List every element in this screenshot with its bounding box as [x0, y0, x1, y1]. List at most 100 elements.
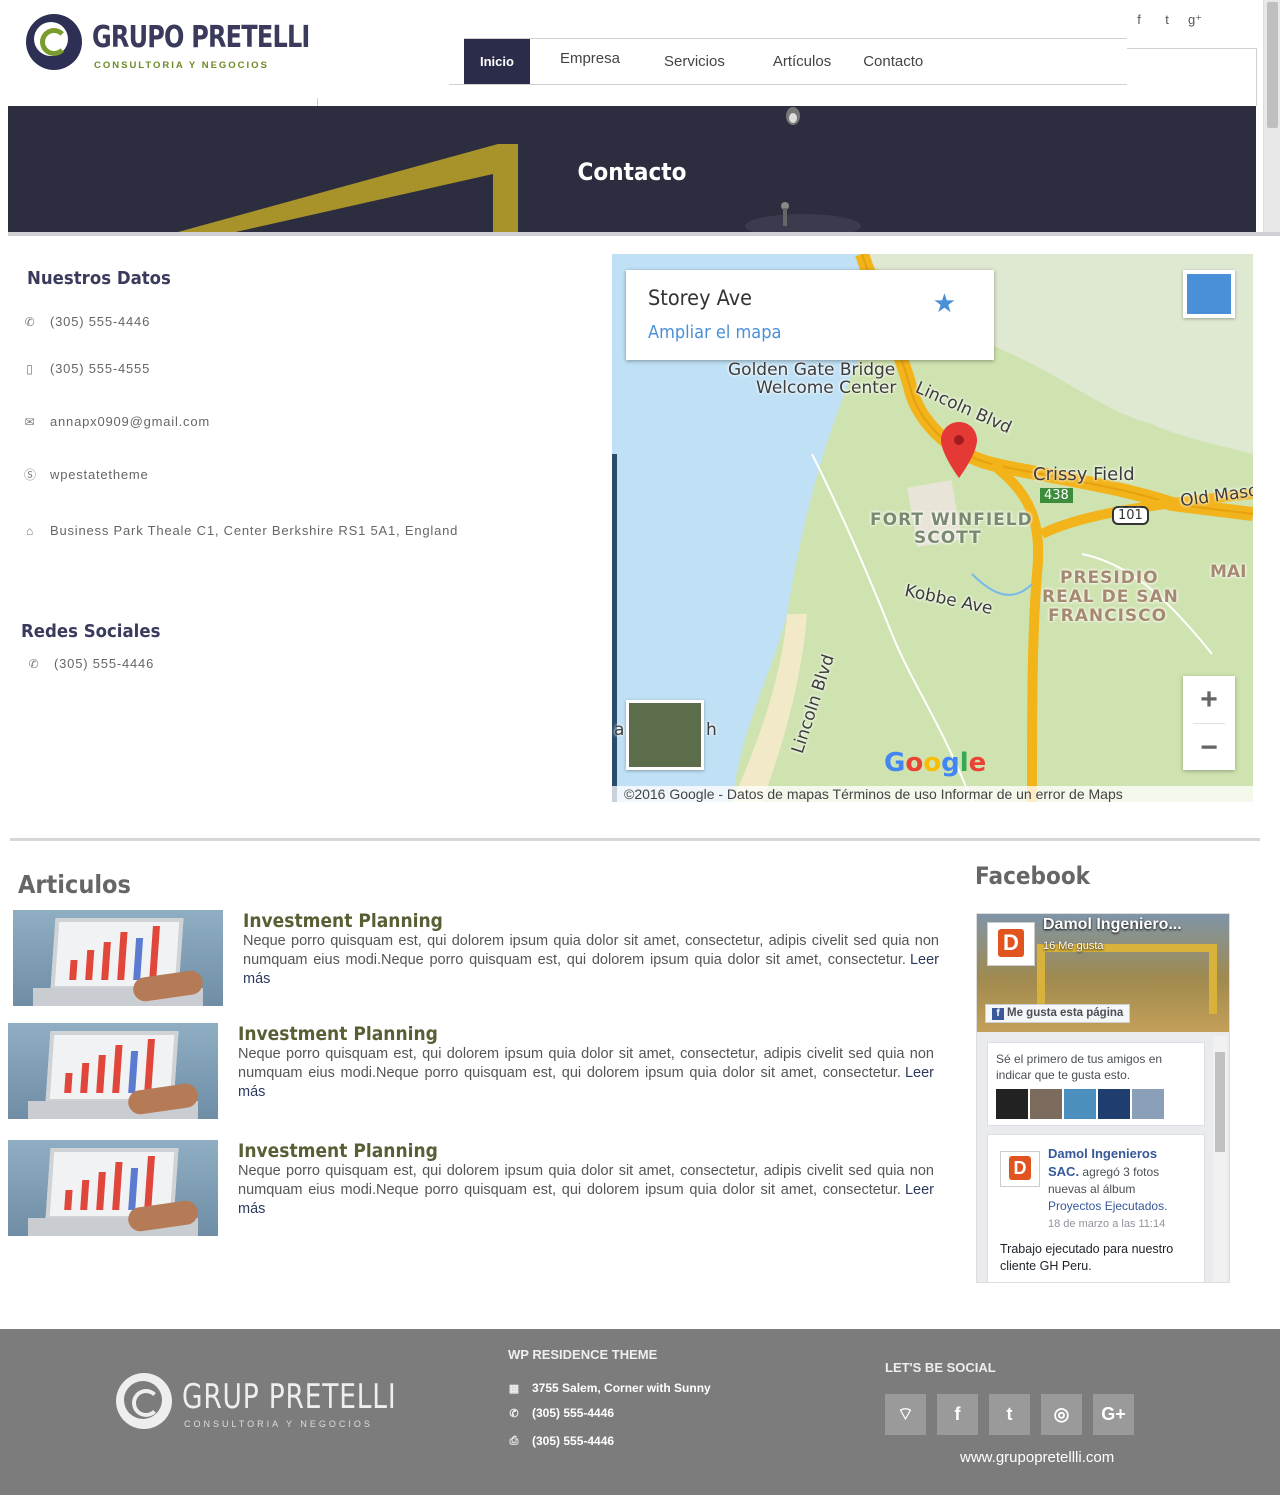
site-footer: GRUP PRETELLI CONSULTORIA Y NEGOCIOS WP … [0, 1329, 1280, 1495]
main-nav: Inicio Empresa Servicios Artículos Conta… [464, 39, 943, 84]
map-label-scott: SCOTT [914, 528, 982, 548]
section-divider [10, 838, 1260, 841]
banner-border [8, 232, 1280, 236]
nav-divider-bottom [449, 84, 1127, 85]
rss-icon[interactable]: ⌔ [885, 1394, 926, 1435]
facebook-likes-count: 16 Me gusta [1043, 940, 1104, 952]
facebook-page-name[interactable]: Damol Ingeniero... [1043, 916, 1182, 934]
street-view-person-icon[interactable] [1183, 270, 1235, 318]
contact-email-value[interactable]: annapx0909@gmail.com [50, 414, 210, 429]
zoom-out-button[interactable]: − [1183, 724, 1235, 771]
map-label-presidio: PRESIDIO [1060, 568, 1159, 588]
map-zoom-control: + − [1183, 676, 1235, 770]
contact-address: ⌂ Business Park Theale C1, Center Berksh… [24, 523, 458, 538]
map-label-real-de-san: REAL DE SAN [1042, 587, 1179, 607]
article-title[interactable]: Investment Planning [238, 1140, 438, 1162]
facebook-post-meta: Damol Ingenieros SAC. agregó 3 fotos nue… [1048, 1145, 1188, 1233]
contact-email: ✉ annapx0909@gmail.com [24, 414, 210, 429]
twitter-icon[interactable]: t [989, 1394, 1030, 1435]
footer-phone: ✆ (305) 555-4446 [508, 1406, 614, 1420]
footer-social-links: ⌔ f t ◎ G+ [885, 1394, 1134, 1435]
envelope-icon: ✉ [24, 414, 36, 429]
header-line [1127, 48, 1257, 49]
lamp-icon [786, 107, 800, 125]
article-thumbnail[interactable] [13, 910, 223, 1006]
footer-phone-value: (305) 555-4446 [532, 1406, 615, 1420]
google-plus-icon[interactable]: g⁺ [1188, 12, 1202, 28]
logo-tagline: CONSULTORIA Y NEGOCIOS [94, 60, 269, 71]
map-attribution[interactable]: ©2016 Google - Datos de mapas Términos d… [612, 786, 1253, 802]
google-plus-icon[interactable]: G+ [1093, 1394, 1134, 1435]
phone-icon: ✆ [24, 314, 36, 329]
facebook-icon[interactable]: f [937, 1394, 978, 1435]
star-icon[interactable]: ★ [933, 288, 956, 319]
article-excerpt: Neque porro quisquam est, qui dolorem ip… [238, 1046, 934, 1100]
facebook-post-avatar[interactable] [1000, 1151, 1040, 1187]
footer-address: ▦ 3755 Salem, Corner with Sunny [508, 1381, 711, 1395]
header-social-links: f t g⁺ [1132, 12, 1202, 28]
scrollbar-thumb[interactable] [1267, 2, 1278, 128]
map-label-welcome-center: Welcome Center [756, 378, 897, 398]
nav-item-servicios[interactable]: Servicios [640, 53, 753, 70]
map-marker-icon[interactable] [939, 420, 979, 480]
page-title: Contacto [577, 158, 687, 186]
article-title[interactable]: Investment Planning [243, 910, 443, 932]
social-phone: ✆ (305) 555-4446 [28, 656, 154, 671]
footer-logo[interactable]: GRUP PRETELLI CONSULTORIA Y NEGOCIOS [116, 1373, 396, 1433]
footer-fax-value: (305) 555-4446 [532, 1434, 615, 1448]
nav-item-empresa[interactable]: Empresa [540, 50, 640, 67]
footer-url[interactable]: www.grupopretellli.com [960, 1449, 1114, 1466]
facebook-post-date[interactable]: 18 de marzo a las 11:14 [1048, 1218, 1165, 1230]
google-logo: Google [884, 748, 987, 778]
facebook-page-avatar[interactable] [987, 922, 1035, 966]
home-icon: ⌂ [25, 523, 35, 538]
logo-name: GRUPO PRETELLI [92, 20, 310, 55]
article-title[interactable]: Investment Planning [238, 1023, 438, 1045]
nav-item-articulos[interactable]: Artículos [753, 53, 843, 70]
map-label-francisco: FRANCISCO [1048, 606, 1168, 626]
map-label-crissy-field: Crissy Field [1033, 464, 1135, 485]
satellite-toggle[interactable] [626, 700, 704, 770]
nav-item-inicio[interactable]: Inicio [464, 39, 530, 84]
footer-logo-mark-icon [116, 1373, 172, 1429]
dribbble-icon[interactable]: ◎ [1041, 1394, 1082, 1435]
facebook-scrollbar-thumb[interactable] [1215, 1052, 1225, 1152]
article-excerpt: Neque porro quisquam est, qui dolorem ip… [243, 933, 939, 987]
article-thumbnail[interactable] [8, 1140, 218, 1236]
article-thumbnail[interactable] [8, 1023, 218, 1119]
site-logo[interactable]: GRUPO PRETELLI CONSULTORIA Y NEGOCIOS [26, 14, 310, 74]
header-separator [317, 98, 318, 106]
facebook-icon[interactable]: f [1132, 12, 1146, 28]
facebook-scrollbar[interactable] [1213, 1036, 1227, 1282]
footer-logo-name: GRUP PRETELLI [182, 1377, 397, 1417]
phone-icon: ✆ [509, 1407, 519, 1420]
page-scrollbar[interactable] [1263, 0, 1280, 236]
contact-heading: Nuestros Datos [27, 268, 171, 289]
contact-phone-value: (305) 555-4446 [50, 314, 151, 329]
facebook-heading: Facebook [975, 862, 1091, 890]
phone-icon: ✆ [28, 656, 40, 671]
social-heading: Redes Sociales [21, 621, 161, 642]
contact-phone: ✆ (305) 555-4446 [24, 314, 150, 329]
map-label-route-101: 101 [1112, 506, 1149, 525]
footer-logo-tagline: CONSULTORIA Y NEGOCIOS [184, 1419, 373, 1429]
articles-heading: Articulos [18, 870, 131, 899]
zoom-in-button[interactable]: + [1183, 676, 1235, 723]
twitter-icon[interactable]: t [1160, 12, 1174, 28]
footer-address-value: 3755 Salem, Corner with Sunny [532, 1381, 711, 1395]
contact-address-value: Business Park Theale C1, Center Berkshir… [50, 523, 459, 538]
google-map[interactable]: Golden Gate Bridge Welcome Center Lincol… [612, 254, 1253, 802]
print-icon: ⎙ [509, 1434, 519, 1447]
lamp-shadow-icon [745, 202, 861, 234]
nav-item-contacto[interactable]: Contacto [843, 53, 943, 70]
skype-icon: Ⓢ [24, 468, 37, 482]
facebook-icon: f [992, 1008, 1004, 1020]
facebook-post-album[interactable]: Proyectos Ejecutados. [1048, 1199, 1167, 1213]
page-banner: Contacto [8, 106, 1256, 234]
facebook-like-button[interactable]: f Me gusta esta página [985, 1004, 1131, 1023]
header-line-vertical [1256, 48, 1257, 106]
map-label-golden-gate: Golden Gate Bridge [728, 360, 896, 380]
mobile-icon: ▯ [26, 361, 34, 376]
map-label-route-438: 438 [1040, 488, 1073, 503]
map-expand-link[interactable]: Ampliar el mapa [648, 322, 781, 343]
